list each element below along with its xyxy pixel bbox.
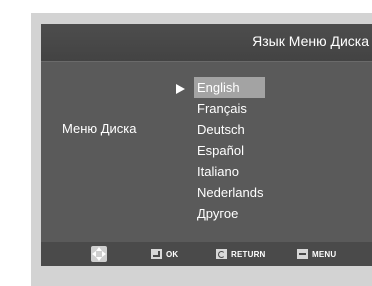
title-bar: Язык Меню Диска bbox=[41, 24, 372, 61]
language-option-espanol[interactable]: Español bbox=[194, 140, 265, 161]
language-option-nederlands[interactable]: Nederlands bbox=[194, 182, 265, 203]
directional-pad-icon bbox=[91, 246, 107, 262]
selection-arrow-icon bbox=[176, 84, 185, 94]
ok-label: OK bbox=[166, 249, 179, 259]
enter-icon bbox=[151, 249, 162, 259]
language-option-italiano[interactable]: Italiano bbox=[194, 161, 265, 182]
language-list: English Français Deutsch Español Italian… bbox=[194, 77, 265, 224]
menu-hint[interactable]: MENU bbox=[297, 248, 336, 260]
footer-hint-bar: OK RETURN MENU bbox=[41, 242, 372, 266]
language-option-english[interactable]: English bbox=[194, 77, 265, 98]
language-option-other[interactable]: Другое bbox=[194, 203, 265, 224]
return-hint[interactable]: RETURN bbox=[216, 248, 266, 260]
divider bbox=[41, 61, 372, 62]
menu-icon bbox=[297, 249, 308, 259]
language-option-deutsch[interactable]: Deutsch bbox=[194, 119, 265, 140]
language-option-francais[interactable]: Français bbox=[194, 98, 265, 119]
page-title: Язык Меню Диска bbox=[252, 33, 369, 49]
menu-label: MENU bbox=[312, 249, 337, 259]
return-label: RETURN bbox=[231, 249, 266, 259]
ok-hint[interactable]: OK bbox=[151, 248, 178, 260]
return-icon bbox=[216, 249, 227, 259]
setting-label: Меню Диска bbox=[62, 121, 137, 136]
disc-menu-language-screen: Язык Меню Диска Меню Диска English Franç… bbox=[41, 24, 372, 266]
